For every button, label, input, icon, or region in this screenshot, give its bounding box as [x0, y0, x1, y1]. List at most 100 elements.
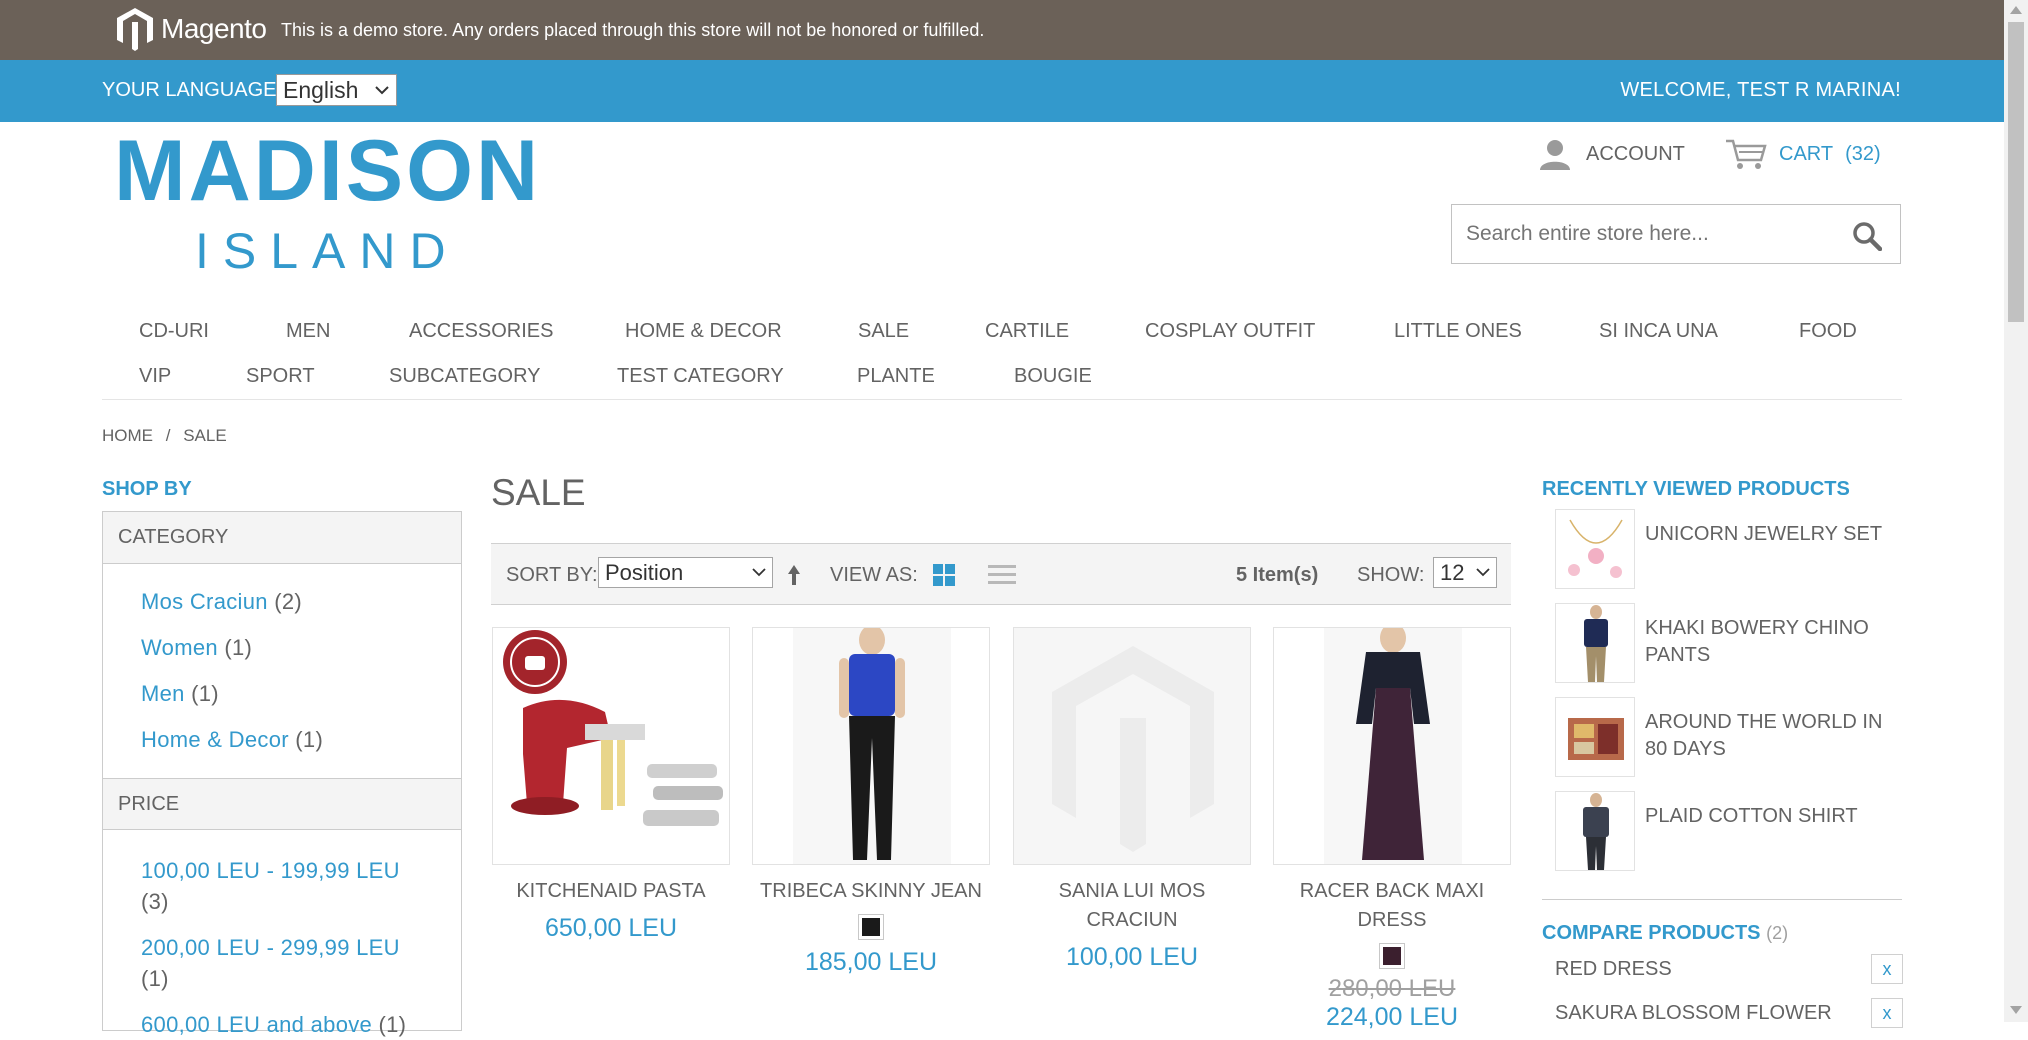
color-swatch[interactable]	[1379, 943, 1405, 969]
nav-item-cd-uri[interactable]: CD-URI	[139, 320, 209, 343]
product-image-racer-back[interactable]	[1273, 627, 1511, 865]
product-item: SANIA LUI MOS CRACIUN 100,00 LEU	[1013, 627, 1251, 972]
show-limit-select[interactable]: 12	[1433, 557, 1497, 588]
product-old-price: 280,00 LEU	[1328, 975, 1456, 1002]
recently-viewed-thumbnail[interactable]	[1555, 603, 1635, 683]
nav-item-sport[interactable]: SPORT	[246, 365, 315, 388]
filter-category-item[interactable]: Women (1)	[141, 635, 252, 661]
scroll-down-arrow-icon[interactable]	[2010, 1006, 2022, 1014]
grid-view-icon[interactable]	[933, 564, 955, 586]
chino-pants-thumbnail-image	[1584, 605, 1608, 682]
product-price: 185,00 LEU	[804, 948, 938, 976]
nav-item-vip[interactable]: VIP	[139, 365, 171, 388]
product-name[interactable]: RACER BACK MAXI DRESS	[1273, 877, 1511, 935]
nav-item-cosplay-outfit[interactable]: COSPLAY OUTFIT	[1145, 320, 1315, 343]
product-image-tribeca[interactable]	[752, 627, 990, 865]
nav-item-little-ones[interactable]: LITTLE ONES	[1394, 320, 1522, 343]
compare-remove-button[interactable]: x	[1871, 998, 1903, 1028]
color-swatch-fill	[1383, 947, 1401, 965]
magento-brand-text: Magento	[161, 13, 267, 44]
recently-viewed-item[interactable]: PLAID COTTON SHIRT	[1555, 791, 1895, 871]
recently-viewed-thumbnail[interactable]	[1555, 791, 1635, 871]
nav-item-cartile[interactable]: CARTILE	[985, 320, 1069, 343]
compare-products-title: COMPARE PRODUCTS (2)	[1542, 922, 1788, 945]
nav-item-men[interactable]: MEN	[286, 320, 330, 343]
sidebar-divider	[1542, 899, 1902, 900]
shop-by-title: SHOP BY	[102, 478, 192, 500]
breadcrumb-separator: /	[165, 426, 171, 445]
product-name[interactable]: SANIA LUI MOS CRACIUN	[1013, 877, 1251, 935]
cart-icon	[1726, 139, 1767, 169]
breadcrumb: HOME / SALE	[102, 426, 227, 446]
welcome-message: WELCOME, TEST R MARINA!	[1620, 79, 1901, 101]
jewelry-thumbnail-image	[1568, 519, 1623, 578]
product-item: KITCHENAID PASTA 650,00 LEU	[492, 627, 730, 943]
product-price: 100,00 LEU	[1065, 943, 1199, 971]
nav-item-food[interactable]: FOOD	[1799, 320, 1857, 343]
filter-price-item[interactable]: 100,00 LEU - 199,99 LEU (3)	[141, 855, 441, 917]
kitchenaid-mixer-image	[503, 630, 723, 826]
cart-link[interactable]: CART (32)	[1725, 138, 1881, 170]
main-navigation: CD-URI MEN ACCESSORIES HOME & DECOR SALE…	[102, 310, 1902, 400]
account-link[interactable]: ACCOUNT	[1538, 138, 1685, 170]
filter-price-item[interactable]: 600,00 LEU and above (1)	[141, 1009, 461, 1040]
recently-viewed-thumbnail[interactable]	[1555, 697, 1635, 777]
page-scrollbar[interactable]	[2004, 0, 2028, 1022]
search-box	[1451, 204, 1901, 264]
recently-viewed-name[interactable]: UNICORN JEWELRY SET	[1645, 521, 1895, 548]
user-icon	[1540, 140, 1570, 170]
search-input[interactable]	[1464, 219, 1834, 249]
filter-category-item[interactable]: Mos Craciun (2)	[141, 589, 302, 615]
color-swatch-fill	[862, 918, 880, 936]
view-as-label: VIEW AS:	[830, 564, 918, 586]
nav-item-sale[interactable]: SALE	[858, 320, 909, 343]
recently-viewed-item[interactable]: KHAKI BOWERY CHINO PANTS	[1555, 603, 1895, 683]
scroll-up-arrow-icon[interactable]	[2010, 6, 2022, 14]
scrollbar-thumb[interactable]	[2008, 22, 2024, 322]
sort-by-label: SORT BY:	[506, 564, 598, 586]
sort-direction-arrow-icon[interactable]	[787, 564, 801, 586]
nav-item-plante[interactable]: PLANTE	[857, 365, 935, 388]
recently-viewed-item[interactable]: AROUND THE WORLD IN 80 DAYS	[1555, 697, 1895, 777]
color-swatch[interactable]	[858, 914, 884, 940]
recently-viewed-name[interactable]: KHAKI BOWERY CHINO PANTS	[1645, 615, 1895, 669]
nav-item-bougie[interactable]: BOUGIE	[1014, 365, 1092, 388]
recently-viewed-item[interactable]: UNICORN JEWELRY SET	[1555, 509, 1895, 589]
recently-viewed-name[interactable]: AROUND THE WORLD IN 80 DAYS	[1645, 709, 1895, 763]
logo-line-1: MADISON	[114, 123, 542, 219]
nav-item-home-decor[interactable]: HOME & DECOR	[625, 320, 782, 343]
compare-title-text: COMPARE PRODUCTS	[1542, 922, 1761, 944]
compare-count: (2)	[1766, 923, 1789, 943]
show-limit-value: 12	[1440, 559, 1465, 585]
product-name[interactable]: TRIBECA SKINNY JEAN	[752, 877, 990, 906]
nav-item-si-inca-una[interactable]: SI INCA UNA	[1599, 320, 1718, 343]
product-name[interactable]: KITCHENAID PASTA	[492, 877, 730, 906]
list-view-icon[interactable]	[988, 564, 1016, 586]
filter-category-item[interactable]: Men (1)	[141, 681, 219, 707]
magento-hexagon-icon	[117, 8, 153, 51]
compare-remove-button[interactable]: x	[1871, 954, 1903, 984]
account-label: ACCOUNT	[1586, 142, 1685, 165]
sort-by-value: Position	[605, 559, 684, 585]
nav-item-accessories[interactable]: ACCESSORIES	[409, 320, 553, 343]
demo-notice-bar: Magento This is a demo store. Any orders…	[0, 0, 2004, 60]
chevron-down-icon	[375, 86, 389, 95]
recently-viewed-name[interactable]: PLAID COTTON SHIRT	[1645, 803, 1895, 830]
filter-category-item[interactable]: Home & Decor (1)	[141, 727, 323, 753]
compare-item-name[interactable]: RED DRESS	[1555, 958, 1672, 981]
tribeca-jean-model-image	[793, 628, 951, 864]
recently-viewed-thumbnail[interactable]	[1555, 509, 1635, 589]
breadcrumb-home[interactable]: HOME	[102, 426, 153, 445]
nav-item-subcategory[interactable]: SUBCATEGORY	[389, 365, 541, 388]
nav-item-test-category[interactable]: TEST CATEGORY	[617, 365, 784, 388]
product-image-placeholder[interactable]	[1013, 627, 1251, 865]
page-title: SALE	[491, 472, 586, 513]
search-icon[interactable]	[1852, 221, 1882, 251]
sort-by-select[interactable]: Position	[598, 557, 773, 588]
product-price: 650,00 LEU	[544, 914, 678, 942]
demo-notice-text: This is a demo store. Any orders placed …	[281, 20, 985, 40]
filter-price-item[interactable]: 200,00 LEU - 299,99 LEU (1)	[141, 932, 441, 994]
language-select[interactable]: English	[276, 74, 397, 106]
items-count: 5 Item(s)	[1236, 564, 1319, 586]
product-image-kitchenaid[interactable]	[492, 627, 730, 865]
